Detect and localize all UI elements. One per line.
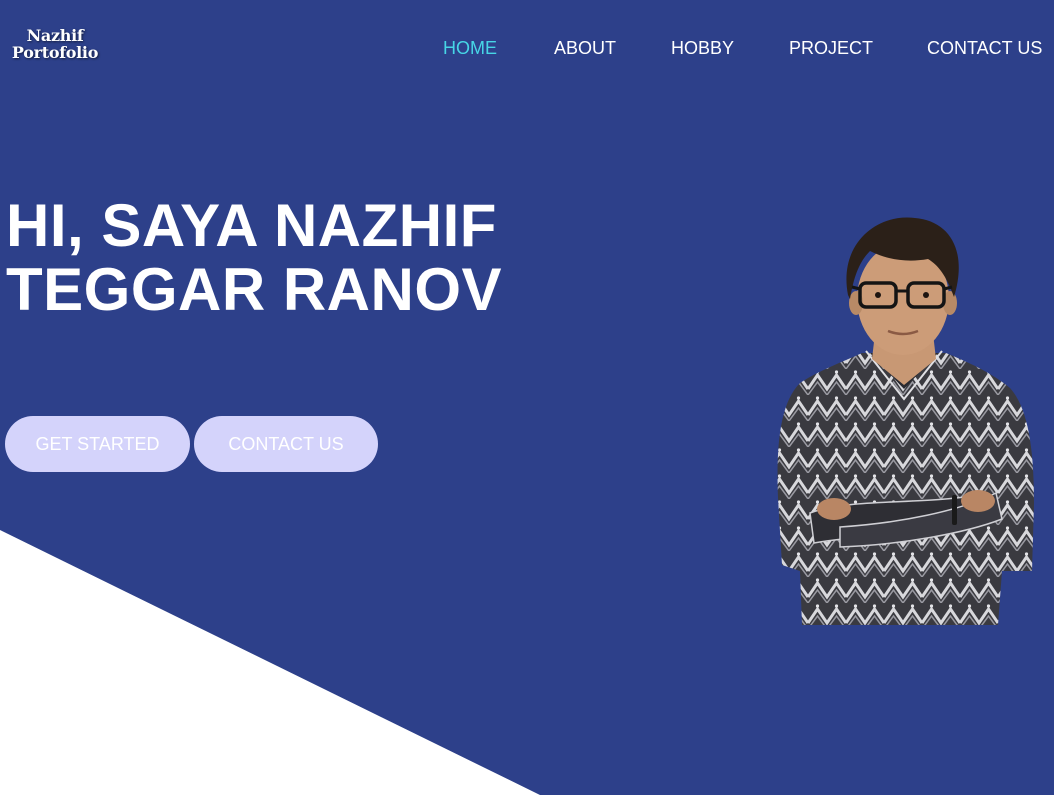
nav-link-hobby[interactable]: HOBBY bbox=[671, 38, 734, 59]
profile-photo bbox=[777, 217, 1034, 625]
hero-title: HI, SAYA NAZHIF TEGGAR RANOV bbox=[6, 194, 566, 322]
nav-link-contact-us[interactable]: CONTACT US bbox=[927, 38, 1042, 59]
nav-link-project[interactable]: PROJECT bbox=[789, 38, 873, 59]
nav-link-home[interactable]: HOME bbox=[443, 38, 497, 59]
main-nav: HOME ABOUT HOBBY PROJECT CONTACT US bbox=[0, 38, 1054, 60]
contact-us-button[interactable]: CONTACT US bbox=[194, 416, 378, 472]
hero-title-line2: TEGGAR RANOV bbox=[6, 256, 503, 323]
hero-title-line1: HI, SAYA NAZHIF bbox=[6, 192, 497, 259]
landing-page: Nazhif Portofolio HOME ABOUT HOBBY PROJE… bbox=[0, 0, 1054, 795]
get-started-button[interactable]: GET STARTED bbox=[5, 416, 190, 472]
nav-link-about[interactable]: ABOUT bbox=[554, 38, 616, 59]
